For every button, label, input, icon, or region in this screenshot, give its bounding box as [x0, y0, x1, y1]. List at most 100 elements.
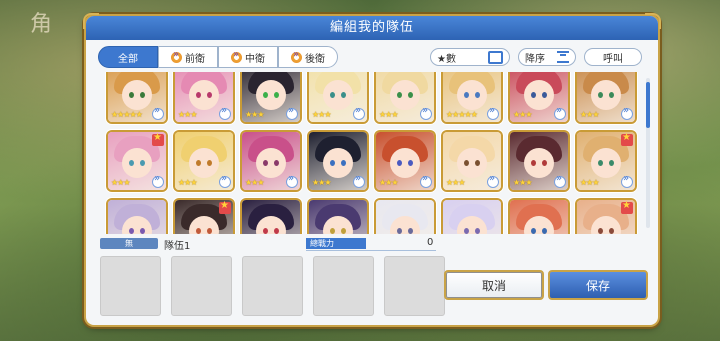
character-card[interactable]: ★★★ — [510, 132, 568, 190]
eye — [263, 160, 268, 166]
eye — [274, 228, 279, 234]
sort-key-label: ★數 — [437, 53, 456, 65]
character-portrait — [189, 148, 219, 178]
team-info-bar: 無 隊伍1 總戰力 0 — [100, 237, 642, 252]
character-card[interactable]: ★★★ — [309, 132, 367, 190]
team-slot[interactable] — [313, 256, 374, 316]
save-button[interactable]: 保存 — [548, 270, 648, 300]
tab-all[interactable]: 全部 — [98, 46, 158, 68]
eye — [140, 92, 145, 98]
eye — [408, 92, 413, 98]
character-card[interactable] — [577, 200, 635, 234]
eye — [129, 228, 134, 234]
position-icon — [554, 173, 566, 188]
tab-front[interactable]: 前衛 — [158, 46, 218, 68]
character-portrait — [457, 80, 487, 110]
position-filter-tabs: 全部 前衛 中衛 後衛 — [98, 46, 338, 68]
call-button[interactable]: 呼叫 — [584, 48, 642, 66]
position-icon — [152, 173, 164, 188]
team-slot[interactable] — [171, 256, 232, 316]
star-rating: ★★★★★ — [111, 110, 143, 119]
character-portrait — [122, 148, 152, 178]
eye — [408, 160, 413, 166]
character-card[interactable]: ★★★★★ — [443, 72, 501, 122]
team-edit-dialog: 編組我的隊伍 全部 前衛 中衛 後衛 ★數 降序 呼叫 ★★★★★★★★★★★★… — [83, 13, 661, 325]
character-list[interactable]: ★★★★★★★★★★★★★★★★★★★★★★★★★★★★★★★★★★★★★★★★… — [100, 72, 640, 234]
position-icon — [171, 49, 182, 63]
eye — [542, 92, 547, 98]
character-card[interactable] — [242, 200, 300, 234]
team-slot[interactable] — [242, 256, 303, 316]
character-portrait — [390, 80, 420, 110]
character-portrait — [524, 80, 554, 110]
character-card[interactable]: ★★★ — [175, 132, 233, 190]
favorite-star-icon — [621, 132, 633, 146]
character-card[interactable] — [510, 200, 568, 234]
position-icon — [219, 173, 231, 188]
tab-label: 全部 — [118, 53, 138, 65]
character-card[interactable] — [376, 200, 434, 234]
character-card[interactable] — [443, 200, 501, 234]
character-card[interactable]: ★★★ — [376, 132, 434, 190]
tab-middle[interactable]: 中衛 — [218, 46, 278, 68]
position-icon — [152, 105, 164, 120]
position-icon — [487, 105, 499, 120]
sort-order-button[interactable]: 降序 — [518, 48, 576, 66]
eye — [274, 92, 279, 98]
eye — [609, 228, 614, 234]
character-card[interactable]: ★★★ — [175, 72, 233, 122]
star-rating: ★★★ — [379, 178, 398, 187]
eye — [140, 160, 145, 166]
favorite-star-icon — [152, 132, 164, 146]
star-rating: ★★★ — [312, 178, 331, 187]
position-icon — [420, 105, 432, 120]
scrollbar-thumb[interactable] — [646, 82, 650, 128]
eye — [207, 160, 212, 166]
position-icon — [219, 105, 231, 120]
character-card[interactable] — [175, 200, 233, 234]
team-slot[interactable] — [384, 256, 445, 316]
sort-key-button[interactable]: ★數 — [430, 48, 510, 66]
tab-label: 中衛 — [245, 53, 265, 65]
character-card[interactable]: ★★★ — [108, 132, 166, 190]
character-card[interactable]: ★★★ — [309, 72, 367, 122]
character-card[interactable] — [309, 200, 367, 234]
character-card[interactable]: ★★★ — [242, 72, 300, 122]
eye — [598, 160, 603, 166]
character-card[interactable]: ★★★ — [376, 72, 434, 122]
tab-label: 前衛 — [185, 53, 205, 65]
eye — [263, 92, 268, 98]
character-card[interactable]: ★★★ — [242, 132, 300, 190]
character-portrait — [591, 80, 621, 110]
position-icon — [420, 173, 432, 188]
star-rating: ★★★ — [513, 110, 532, 119]
eye — [397, 160, 402, 166]
character-grid: ★★★★★★★★★★★★★★★★★★★★★★★★★★★★★★★★★★★★★★★★… — [108, 72, 635, 234]
position-icon — [621, 105, 633, 120]
eye — [464, 160, 469, 166]
team-tag: 無 — [100, 238, 158, 249]
character-portrait — [256, 148, 286, 178]
character-card[interactable] — [108, 200, 166, 234]
eye — [464, 228, 469, 234]
character-portrait — [189, 80, 219, 110]
character-card[interactable]: ★★★★★ — [108, 72, 166, 122]
position-icon — [621, 173, 633, 188]
character-card[interactable]: ★★★ — [577, 132, 635, 190]
position-icon — [231, 49, 242, 63]
eye — [129, 92, 134, 98]
position-icon — [291, 49, 302, 63]
eye — [140, 228, 145, 234]
tab-back[interactable]: 後衛 — [278, 46, 338, 68]
character-card[interactable]: ★★★ — [510, 72, 568, 122]
character-card[interactable]: ★★★ — [443, 132, 501, 190]
star-rating: ★★★ — [245, 110, 264, 119]
eye — [609, 92, 614, 98]
eye — [397, 228, 402, 234]
cancel-button[interactable]: 取消 — [444, 270, 544, 300]
team-slot[interactable] — [100, 256, 161, 316]
character-card[interactable]: ★★★ — [577, 72, 635, 122]
star-rating: ★★★ — [446, 178, 465, 187]
character-portrait — [390, 148, 420, 178]
power-underline — [306, 250, 436, 251]
